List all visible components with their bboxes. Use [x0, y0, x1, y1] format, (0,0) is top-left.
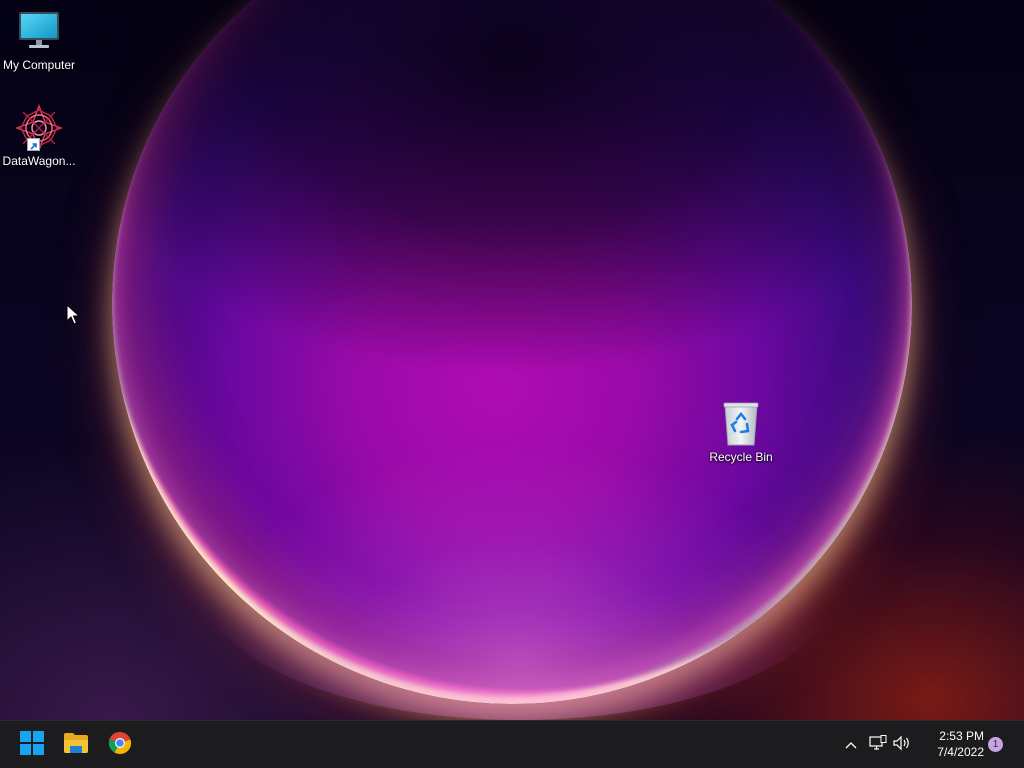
network-icon — [869, 734, 887, 756]
desktop-icon-label: Recycle Bin — [709, 450, 773, 464]
file-explorer-button[interactable] — [56, 725, 96, 765]
chrome-button[interactable] — [100, 725, 140, 765]
taskbar: 2:53 PM 7/4/2022 1 — [0, 720, 1024, 768]
volume-button[interactable] — [891, 733, 913, 757]
mouse-pointer-icon — [66, 303, 81, 326]
monitor-icon — [15, 8, 63, 56]
windows-logo-icon — [20, 730, 44, 760]
desktop-icon-recycle-bin[interactable]: Recycle Bin — [702, 400, 780, 465]
datawagon-logo-icon — [15, 104, 63, 152]
wallpaper-shade — [0, 0, 1024, 768]
folder-icon — [63, 732, 89, 759]
volume-icon — [893, 735, 911, 756]
recycle-bin-icon — [717, 400, 765, 448]
clock-date: 7/4/2022 — [937, 745, 984, 759]
start-button[interactable] — [12, 725, 52, 765]
chevron-up-icon — [845, 736, 857, 754]
desktop-icon-label: DataWagon... — [2, 154, 76, 168]
notification-badge[interactable]: 1 — [988, 737, 1003, 752]
network-button[interactable] — [867, 733, 889, 757]
show-hidden-icons-button[interactable] — [840, 733, 862, 757]
shortcut-arrow-icon — [27, 138, 40, 151]
chrome-icon — [108, 731, 132, 760]
desktop-icon-label: My Computer — [2, 58, 76, 72]
desktop-icon-datawagon[interactable]: DataWagon... — [0, 104, 78, 169]
clock-time: 2:53 PM — [939, 729, 984, 743]
taskbar-clock[interactable]: 2:53 PM 7/4/2022 — [920, 728, 984, 760]
desktop[interactable]: My Computer DataWagon... Recycle Bin 2:5… — [0, 0, 1024, 768]
desktop-icon-my-computer[interactable]: My Computer — [0, 8, 78, 73]
